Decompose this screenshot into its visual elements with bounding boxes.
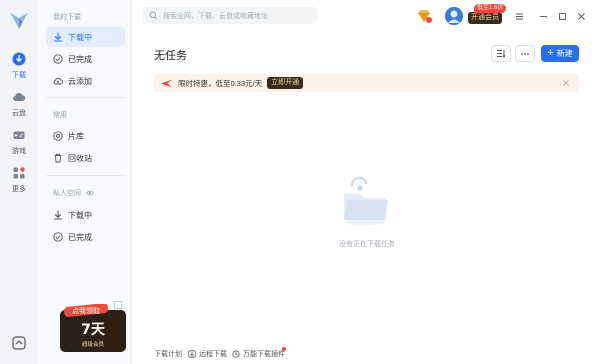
nav-item-recycle-bin[interactable]: 回收站 [46,148,125,168]
section-my-downloads: 我的下载 [53,14,81,21]
banner-cta-button[interactable]: 立即开通 [267,77,304,89]
page-title: 无任务 [154,50,187,62]
thunder-bolt-icon [161,79,173,87]
section-private-label: 私人空间 [53,190,81,197]
promo-subtitle: 超级会员 [82,340,105,348]
footer-remote-download[interactable]: 远程下载 [188,349,227,359]
sort-button[interactable] [491,45,511,62]
rail-label-more: 更多 [12,186,26,193]
maximize-icon[interactable] [558,12,567,21]
rail-item-more[interactable]: 更多 [0,166,38,194]
search-icon [149,11,158,20]
section-private: 私人空间 [53,188,94,198]
nav-label-recycle-bin: 回收站 [68,153,92,163]
nav-item-downloading[interactable]: 下载中 [46,27,125,47]
footer-download-plan-label: 下载计划 [154,351,182,358]
nav-divider [46,175,125,176]
notification-dot [282,347,286,351]
banner-text: 限时特惠，低至0.33元/天 [178,78,263,88]
nav-label-cloud-add: 云添加 [68,76,92,86]
footer-download-plan[interactable]: 下载计划 [154,349,182,359]
diamond-vip-icon[interactable] [416,8,432,24]
promo-days: 7天 [81,322,106,338]
vip-promo-card[interactable]: 点我领取 7天 超级会员 [58,304,128,352]
menu-icon[interactable] [515,12,524,21]
feedback-icon[interactable] [11,335,27,351]
search-placeholder: 搜索全网、下载、云盘或收藏地址 [163,12,268,20]
rail-label-cloud: 云盘 [12,110,26,117]
remote-download-icon [188,350,196,358]
app-rail: 下载 云盘 游戏 更多 [0,0,38,364]
rail-item-game[interactable]: 游戏 [0,128,38,156]
nav-label-private-downloading: 下载中 [68,210,92,220]
footer-universal-plugin[interactable]: 万能下载插件 [232,349,285,359]
nav-item-private-completed[interactable]: 已完成 [46,227,125,247]
sort-icon [497,50,506,58]
more-apps-icon [13,167,25,179]
check-circle-icon [53,54,63,64]
ellipsis-icon [521,52,529,55]
gamepad-icon [13,131,25,139]
nav-item-completed[interactable]: 已完成 [46,49,125,69]
rail-item-cloud[interactable]: 云盘 [0,90,38,118]
nav-label-film-library: 片库 [68,131,84,141]
download-arrow-icon [53,210,63,220]
promo-close-button[interactable] [114,301,122,309]
more-options-button[interactable] [515,45,535,62]
check-circle-icon [53,232,63,242]
empty-state-text: 没有正在下载任务 [339,241,395,248]
banner-close-icon[interactable] [561,78,571,88]
plugin-icon [232,350,240,358]
cloud-icon [13,93,26,101]
nav-label-private-completed: 已完成 [68,232,92,242]
rail-label-download: 下载 [12,72,26,79]
rail-item-download[interactable]: 下载 [0,52,38,80]
new-task-button[interactable]: + 新建 [541,45,579,62]
close-icon[interactable] [577,12,586,21]
thunder-logo-icon [9,12,29,30]
nav-label-downloading: 下载中 [68,32,92,42]
minimize-icon[interactable] [539,12,548,21]
film-icon [53,131,63,141]
cloud-add-icon [53,77,63,85]
trash-icon [54,153,62,163]
discount-badge: 低至1.6折 [474,4,507,13]
rail-label-game: 游戏 [12,148,26,155]
nav-label-completed: 已完成 [68,54,92,64]
avatar-image-icon [445,7,463,25]
nav-item-private-downloading[interactable]: 下载中 [46,205,125,225]
nav-item-cloud-add[interactable]: 云添加 [46,71,125,91]
empty-folder-illustration [344,177,388,225]
footer-remote-download-label: 远程下载 [199,351,227,358]
download-arrow-icon [53,32,63,42]
promo-banner: 限时特惠，低至0.33元/天 立即开通 [154,74,579,92]
eye-icon[interactable] [85,190,94,196]
nav-item-film-library[interactable]: 片库 [46,126,125,146]
download-icon [12,52,26,66]
promo-tag: 点我领取 [72,306,100,315]
nav-divider [46,97,125,98]
section-common: 常用 [53,112,67,119]
plus-icon: + [547,47,554,59]
search-input[interactable]: 搜索全网、下载、云盘或收藏地址 [143,7,317,24]
avatar[interactable] [445,7,463,25]
footer-universal-plugin-label: 万能下载插件 [243,351,285,358]
open-vip-button[interactable]: 开通会员 [468,12,502,24]
new-task-label: 新建 [556,49,573,58]
